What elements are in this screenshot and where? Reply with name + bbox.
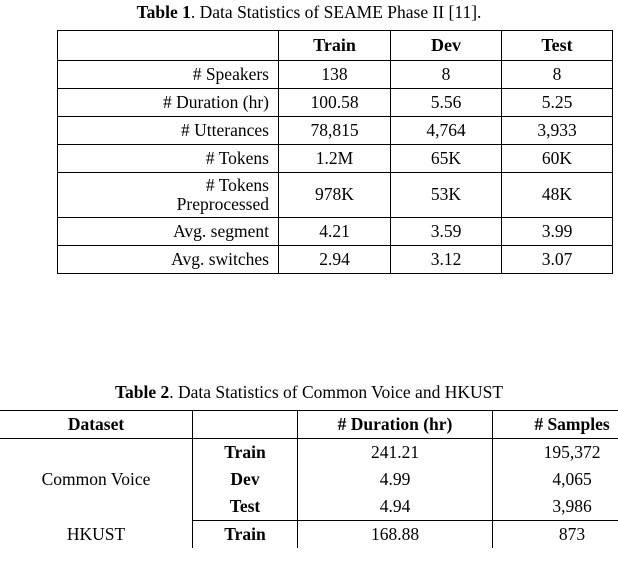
- table1-row1-train: 100.58: [278, 88, 391, 117]
- paper-page: Table 1. Data Statistics of SEAME Phase …: [0, 0, 618, 568]
- table1-row4-test: 48K: [501, 172, 613, 218]
- table2-caption: Table 2. Data Statistics of Common Voice…: [0, 382, 618, 402]
- table2-header-samples: # Samples: [492, 410, 618, 439]
- table1-row6-label: Avg. switches: [57, 244, 279, 274]
- table2-group0-row0-samples: 195,372: [492, 438, 618, 466]
- table-row: Common Voice Train 241.21 195,372: [0, 438, 618, 521]
- table1-row6-dev: 3.12: [390, 244, 502, 274]
- table2-header-row: Dataset # Duration (hr) # Samples: [0, 410, 618, 439]
- table1-row2-test: 3,933: [501, 116, 613, 145]
- table2-caption-text: . Data Statistics of Common Voice and HK…: [169, 382, 504, 402]
- table1-header-row: Train Dev Test: [57, 30, 613, 61]
- table2-group1-row0-samples: 873: [492, 520, 618, 548]
- table1-header-dev: Dev: [390, 30, 502, 61]
- table2-group0-row1-duration: 4.99: [297, 466, 493, 493]
- table1-row5-train: 4.21: [278, 216, 391, 246]
- table2-container: Dataset # Duration (hr) # Samples Common…: [0, 410, 618, 548]
- table1-caption: Table 1. Data Statistics of SEAME Phase …: [0, 2, 618, 22]
- table1-row2-dev: 4,764: [390, 116, 502, 145]
- table2-group0-row0-split: Train: [192, 438, 298, 466]
- table1-row4-label-line1: # Tokens: [205, 175, 269, 195]
- table2-group1-row0-duration: 168.88: [297, 520, 493, 548]
- table2-group0-name: Common Voice: [0, 438, 193, 521]
- table1-row5-dev: 3.59: [390, 216, 502, 246]
- table2-header-duration: # Duration (hr): [297, 410, 493, 439]
- table-row: # Utterances 78,815 4,764 3,933: [57, 116, 613, 145]
- table2-group1-row0-split: Train: [192, 520, 298, 548]
- table2-group0-row0-duration: 241.21: [297, 438, 493, 466]
- table1-row1-label: # Duration (hr): [57, 88, 279, 117]
- table-row: Avg. switches 2.94 3.12 3.07: [57, 244, 613, 274]
- table-row: Avg. segment 4.21 3.59 3.99: [57, 216, 613, 246]
- table1-row0-label: # Speakers: [57, 60, 279, 89]
- table1-row2-label: # Utterances: [57, 116, 279, 145]
- table1-row0-train: 138: [278, 60, 391, 89]
- table1-row3-test: 60K: [501, 144, 613, 173]
- table1: Train Dev Test # Speakers 138 8 8 # Dura…: [57, 30, 613, 274]
- table1-caption-text: . Data Statistics of SEAME Phase II [11]…: [190, 2, 482, 22]
- table1-row4-label: # Tokens Preprocessed: [57, 172, 279, 218]
- table1-caption-label: Table 1: [136, 2, 191, 22]
- table2-group0-row1-samples: 4,065: [492, 466, 618, 493]
- table1-row6-train: 2.94: [278, 244, 391, 274]
- table1-row3-label: # Tokens: [57, 144, 279, 173]
- table1-row2-train: 78,815: [278, 116, 391, 145]
- table2-group0-row2-split: Test: [192, 493, 298, 521]
- table1-row0-test: 8: [501, 60, 613, 89]
- table1-row5-test: 3.99: [501, 216, 613, 246]
- table1-row6-test: 3.07: [501, 244, 613, 274]
- table2: Dataset # Duration (hr) # Samples Common…: [0, 410, 618, 548]
- table2-caption-label: Table 2: [114, 382, 170, 402]
- table2-group0-row1-split: Dev: [192, 466, 298, 493]
- table1-container: Train Dev Test # Speakers 138 8 8 # Dura…: [57, 30, 613, 274]
- table1-row0-dev: 8: [390, 60, 502, 89]
- table1-row3-dev: 65K: [390, 144, 502, 173]
- table2-header-blank: [192, 410, 298, 439]
- table1-row1-dev: 5.56: [390, 88, 502, 117]
- table1-row1-test: 5.25: [501, 88, 613, 117]
- table1-header-blank: [57, 30, 279, 61]
- table-row: # Tokens Preprocessed 978K 53K 48K: [57, 172, 613, 218]
- table-row: # Duration (hr) 100.58 5.56 5.25: [57, 88, 613, 117]
- table2-group0-row2-samples: 3,986: [492, 493, 618, 521]
- table1-row5-label: Avg. segment: [57, 216, 279, 246]
- table-row: # Tokens 1.2M 65K 60K: [57, 144, 613, 173]
- table2-group0-row2-duration: 4.94: [297, 493, 493, 521]
- table2-group1-name: HKUST: [0, 520, 193, 548]
- table2-header-dataset: Dataset: [0, 410, 193, 439]
- table1-header-test: Test: [501, 30, 613, 61]
- table1-row4-dev: 53K: [390, 172, 502, 218]
- table-row: HKUST Train 168.88 873: [0, 520, 618, 548]
- table1-row4-train: 978K: [278, 172, 391, 218]
- table1-header-train: Train: [278, 30, 391, 61]
- table1-row4-label-line2: Preprocessed: [176, 193, 269, 214]
- table-row: # Speakers 138 8 8: [57, 60, 613, 89]
- table1-row3-train: 1.2M: [278, 144, 391, 173]
